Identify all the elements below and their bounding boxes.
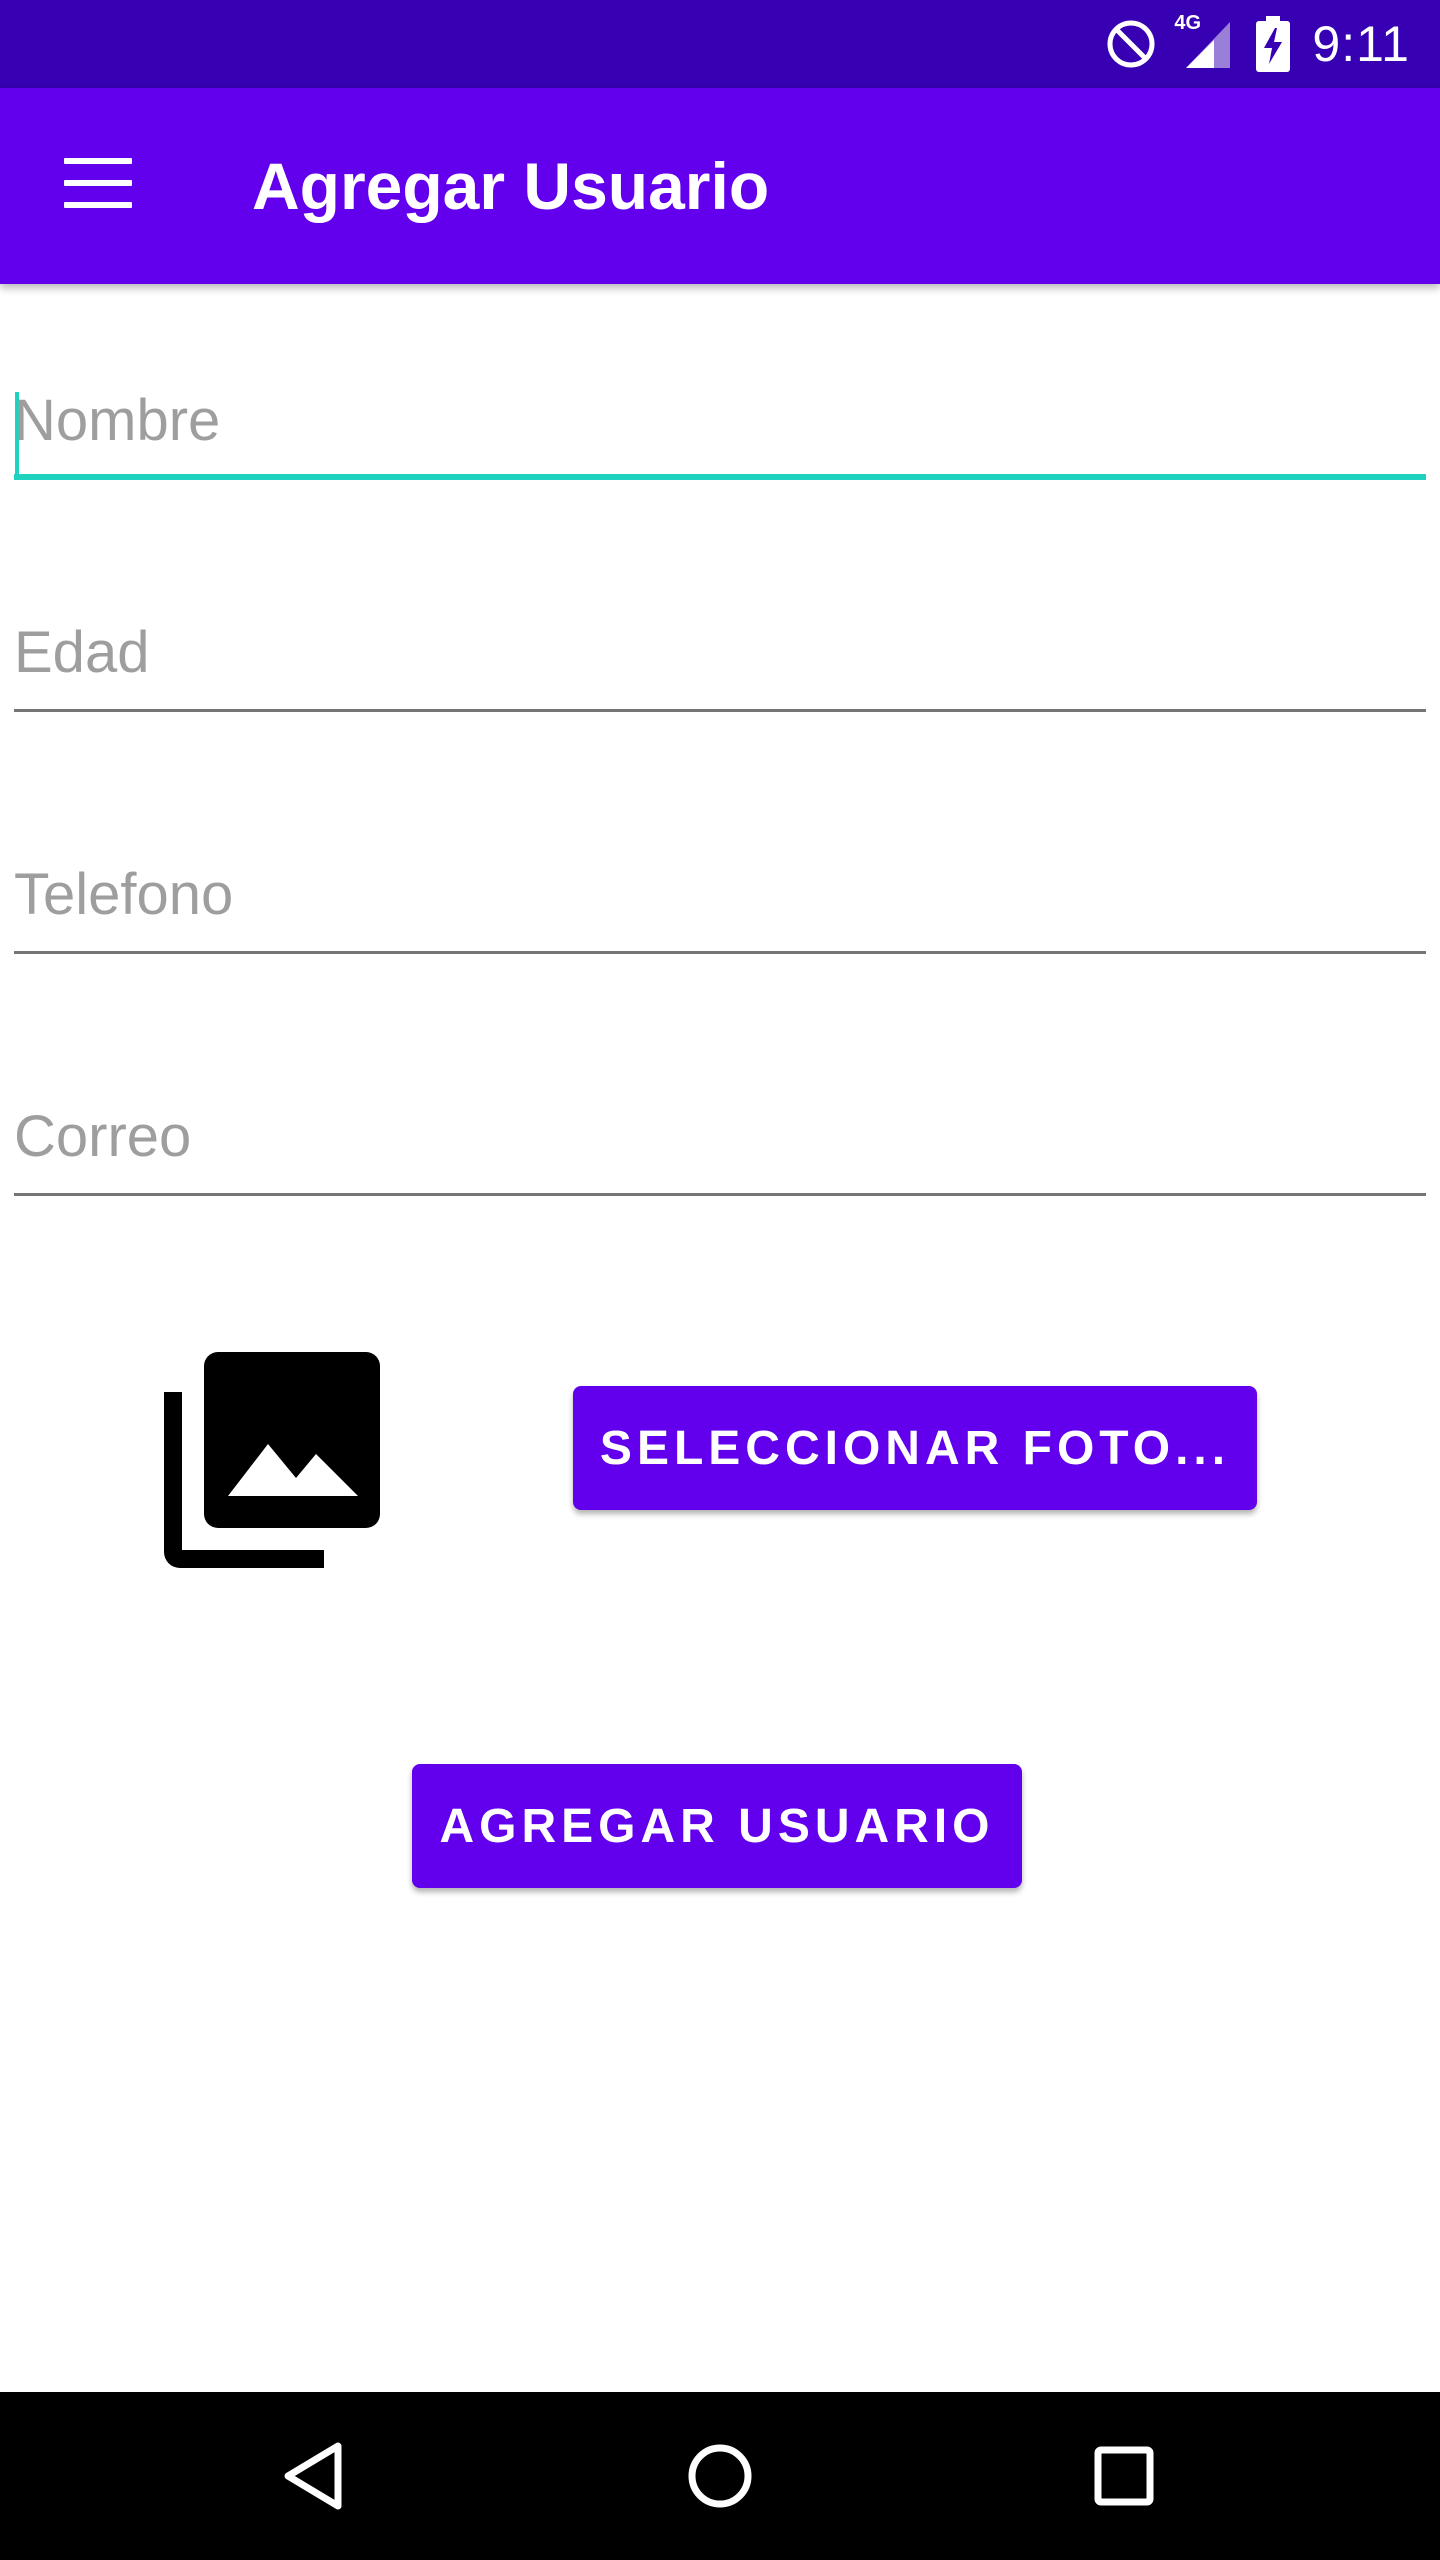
status-time: 9:11 [1312, 16, 1410, 72]
add-user-button[interactable]: AGREGAR USUARIO [412, 1764, 1022, 1888]
status-bar: 4G 9:11 [0, 0, 1440, 88]
battery-charging-icon [1256, 16, 1291, 72]
edad-input[interactable] [14, 602, 1426, 702]
status-icons: 4G 9:11 [1084, 0, 1410, 88]
photo-library-icon [164, 1352, 380, 1568]
home-icon[interactable] [680, 2436, 760, 2516]
correo-input[interactable] [14, 1086, 1426, 1186]
do-not-disturb-icon [1107, 20, 1155, 68]
nombre-input[interactable] [14, 370, 1426, 470]
network-type-label: 4G [1174, 12, 1202, 34]
nombre-underline [14, 474, 1426, 480]
page-title: Agregar Usuario [252, 149, 770, 223]
app-bar: Agregar Usuario [0, 88, 1440, 284]
telefono-underline [14, 951, 1426, 954]
edad-underline [14, 709, 1426, 712]
correo-field[interactable] [14, 1086, 1426, 1196]
navigation-bar [0, 2392, 1440, 2560]
recents-icon[interactable] [1084, 2436, 1164, 2516]
nombre-field[interactable] [14, 370, 1426, 480]
correo-underline [14, 1193, 1426, 1196]
select-photo-button[interactable]: SELECCIONAR FOTO... [573, 1386, 1257, 1510]
telefono-field[interactable] [14, 844, 1426, 954]
back-icon[interactable] [276, 2436, 356, 2516]
edad-field[interactable] [14, 602, 1426, 712]
telefono-input[interactable] [14, 844, 1426, 944]
signal-icon: 4G [1174, 12, 1234, 72]
hamburger-menu-icon[interactable] [64, 158, 132, 210]
